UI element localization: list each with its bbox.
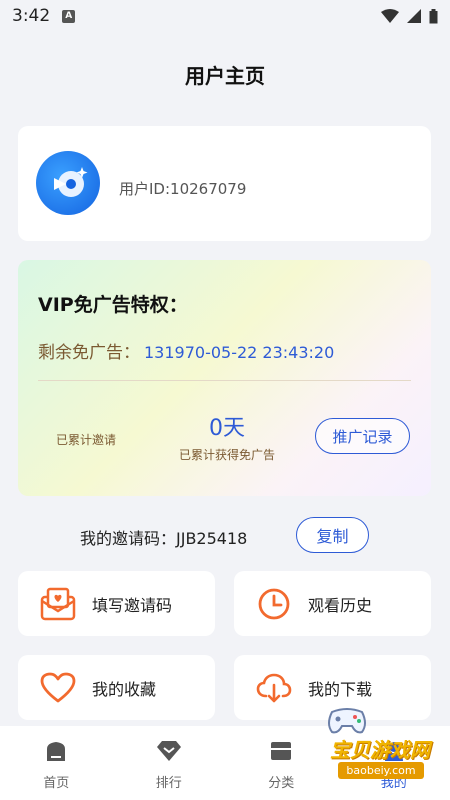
fill-invite-code-button[interactable]: 填写邀请码 [18,571,215,636]
days-stat: 0天 已累计获得免广告 [163,410,291,463]
gamepad-icon [328,708,366,734]
user-id: 用户ID:10267079 [119,180,247,198]
promo-record-button[interactable]: 推广记录 [315,418,410,454]
invite-code: 我的邀请码：JJB25418 [80,529,248,548]
tab-rank[interactable]: 排行 [113,726,226,800]
watermark-logo: 宝贝游戏网 baobeiy.com [300,700,445,785]
remaining-value: 131970-05-22 23:43:20 [144,343,335,362]
category-icon [268,738,294,764]
profile-card: 用户ID:10267079 [18,126,431,241]
home-icon [43,738,69,764]
avatar[interactable] [36,151,100,215]
tab-category-label: 分类 [268,776,295,791]
notification-a-icon: A [62,9,76,23]
invited-count-label: 已累计邀请 [56,433,117,447]
favorites-button[interactable]: 我的收藏 [18,655,215,720]
heart-icon [40,670,76,706]
watermark-title: 宝贝游戏网 [330,738,430,762]
watermark-url: baobeiy.com [338,762,424,779]
battery-icon [429,8,438,23]
favorites-label: 我的收藏 [92,679,157,699]
copy-button[interactable]: 复制 [296,517,369,553]
avatar-play-disc-icon [54,167,88,197]
rank-diamond-icon [156,738,182,764]
days-value: 0天 [163,410,291,442]
tab-rank-label: 排行 [155,776,182,791]
watch-history-button[interactable]: 观看历史 [234,571,431,636]
page-title: 用户主页 [185,64,265,88]
days-unit: 天 [222,416,245,441]
vip-title: VIP免广告特权： [38,294,188,316]
signal-icon [407,9,421,23]
fill-invite-code-label: 填写邀请码 [92,595,173,615]
tab-home[interactable]: 首页 [0,726,113,800]
tab-home-label: 首页 [43,776,70,791]
status-time: 3:42 [12,6,51,26]
days-number: 0 [208,416,223,441]
status-bar: 3:42 A [0,0,450,32]
watch-history-label: 观看历史 [308,595,373,615]
vip-card: VIP免广告特权： 剩余免广告： 131970-05-22 23:43:20 已累… [18,260,431,496]
downloads-label: 我的下载 [308,679,373,699]
remaining-row: 剩余免广告： 131970-05-22 23:43:20 [38,338,334,363]
download-cloud-icon [256,670,292,706]
divider [38,380,411,381]
clock-icon [256,586,292,622]
wifi-icon [381,9,399,23]
days-label: 已累计获得免广告 [178,448,275,462]
invite-envelope-icon [40,586,76,622]
remaining-label: 剩余免广告： [38,343,140,363]
